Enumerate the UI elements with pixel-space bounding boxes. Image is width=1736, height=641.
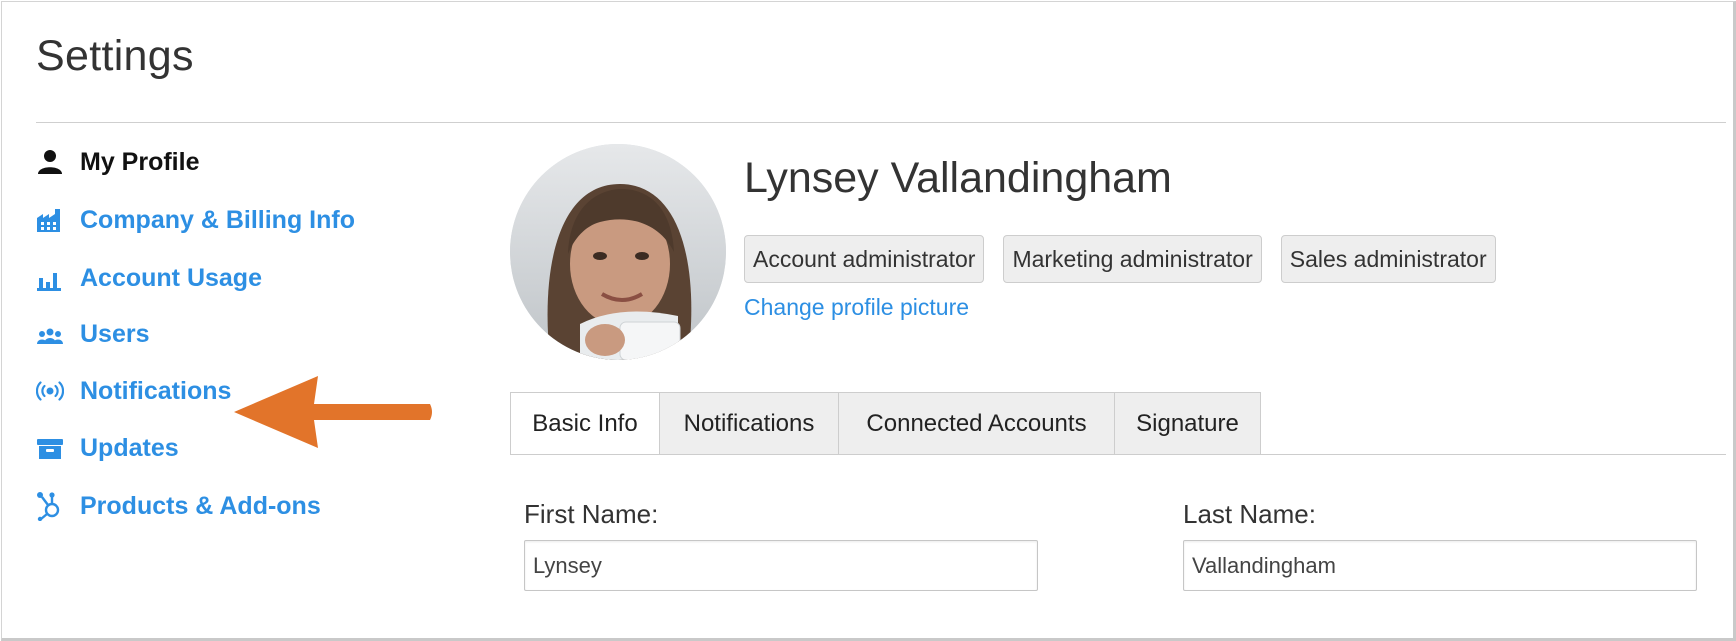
broadcast-icon <box>36 376 66 406</box>
sidebar-item-updates[interactable]: Updates <box>36 428 179 468</box>
sidebar-item-label: My Profile <box>80 147 200 176</box>
sidebar-item-label: Products & Add-ons <box>80 491 321 520</box>
tab-signature[interactable]: Signature <box>1115 392 1261 455</box>
settings-panel: Settings My Profile Company & Billing In… <box>1 1 1736 641</box>
sidebar-item-company-billing[interactable]: Company & Billing Info <box>36 200 355 240</box>
role-badge: Marketing administrator <box>1003 235 1262 283</box>
sidebar-item-my-profile[interactable]: My Profile <box>36 142 199 182</box>
tab-basic-info[interactable]: Basic Info <box>510 392 660 455</box>
tab-connected-accounts[interactable]: Connected Accounts <box>839 392 1115 455</box>
role-badge: Sales administrator <box>1280 235 1496 283</box>
last-name-field[interactable] <box>1183 540 1697 591</box>
sidebar-item-label: Users <box>80 319 150 348</box>
first-name-field[interactable] <box>524 540 1038 591</box>
sidebar-item-products-addons[interactable]: Products & Add-ons <box>36 486 321 526</box>
role-badges: Account administrator Marketing administ… <box>744 235 1496 283</box>
page-title: Settings <box>36 32 194 80</box>
annotation-arrow-icon <box>234 376 432 448</box>
sidebar-item-users[interactable]: Users <box>36 314 150 354</box>
sidebar-item-label: Account Usage <box>80 263 262 292</box>
sidebar-item-account-usage[interactable]: Account Usage <box>36 258 262 298</box>
archive-box-icon <box>36 433 66 463</box>
tab-notifications[interactable]: Notifications <box>660 392 839 455</box>
profile-tabs: Basic Info Notifications Connected Accou… <box>510 392 1261 455</box>
hub-sprocket-icon <box>36 491 66 521</box>
profile-name: Lynsey Vallandingham <box>744 154 1172 202</box>
role-badge: Account administrator <box>744 235 985 283</box>
tab-divider <box>510 454 1726 455</box>
sidebar-item-label: Updates <box>80 433 179 462</box>
users-icon <box>36 319 66 349</box>
change-profile-picture-link[interactable]: Change profile picture <box>744 294 969 321</box>
bar-chart-icon <box>36 263 66 293</box>
sidebar-item-label: Company & Billing Info <box>80 205 355 234</box>
avatar <box>510 144 726 360</box>
first-name-label: First Name: <box>524 499 659 529</box>
title-divider <box>36 122 1726 123</box>
factory-icon <box>36 205 66 235</box>
person-icon <box>36 147 66 177</box>
sidebar-item-label: Notifications <box>80 376 232 405</box>
last-name-label: Last Name: <box>1183 499 1316 529</box>
sidebar-item-notifications[interactable]: Notifications <box>36 371 231 411</box>
